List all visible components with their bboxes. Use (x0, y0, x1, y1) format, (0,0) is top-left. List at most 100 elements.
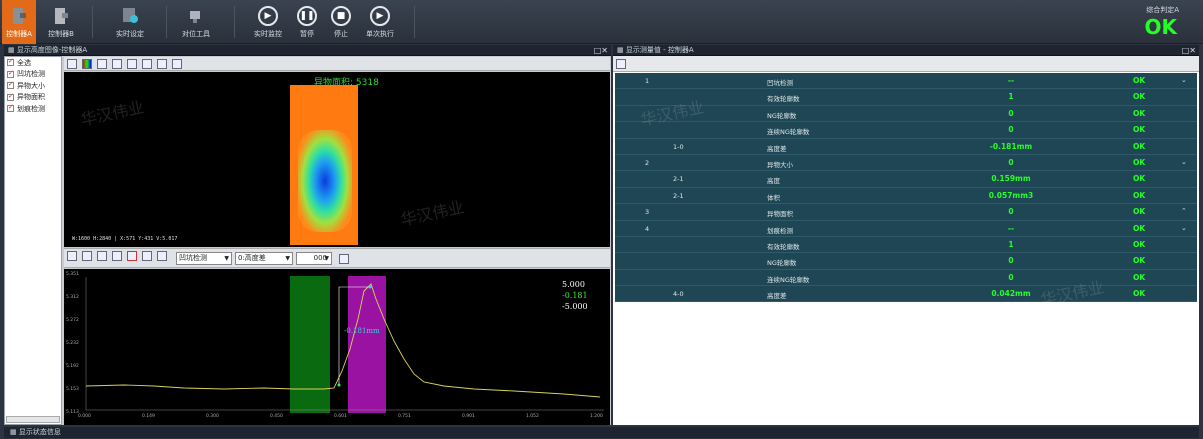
number-input[interactable]: 000 (296, 252, 332, 265)
table-row[interactable]: 2-1 体积 0.057mm3 OK (615, 187, 1197, 205)
table-row[interactable]: 连续NG轮廓数 0 OK (615, 122, 1197, 139)
table-row[interactable]: 连续NG轮廓数 0 OK (615, 269, 1197, 287)
checklist-item-scratch-detection[interactable]: 划痕检测 (5, 103, 61, 115)
y-tick-label: 5.312 (66, 295, 79, 300)
table-row[interactable]: 2 异物大小 0 OK ⌄ (615, 154, 1197, 172)
axis-icon[interactable] (97, 59, 107, 69)
table-row[interactable]: 有效轮廓数 1 OK (615, 236, 1197, 254)
row-result: OK (1133, 125, 1146, 135)
checkbox-icon[interactable] (7, 92, 14, 101)
controller-a-icon (13, 8, 26, 24)
row-value: 0.057mm3 (988, 190, 1034, 200)
row-value: 0.159mm (991, 174, 1031, 184)
color-palette-icon[interactable] (82, 59, 92, 69)
left-measure-region[interactable] (290, 276, 330, 413)
zoom-in-icon[interactable] (67, 251, 77, 261)
right-measure-region[interactable] (348, 276, 386, 413)
controller-a-button[interactable]: 控制器A (2, 0, 36, 44)
checklist-item-select-all[interactable]: 全选 (5, 57, 61, 69)
row-sub-id: 2-1 (673, 191, 684, 200)
controller-b-button[interactable]: 控制器B (44, 0, 78, 44)
graph-legend: 5.000 -0.181 -5.000 (562, 279, 588, 312)
table-row[interactable]: 4 划痕检测 -- OK ⌄ (615, 220, 1197, 237)
window-buttons[interactable]: □✕ (1182, 45, 1196, 56)
table-row[interactable]: 1-0 高度差 -0.181mm OK (615, 138, 1197, 155)
row-id: 2 (645, 158, 650, 167)
table-row[interactable]: 3 异物面积 0 OK ⌃ (615, 204, 1197, 221)
flask-icon[interactable] (112, 59, 122, 69)
y-tick-label: 5.113 (66, 410, 79, 415)
row-name: 体积 (767, 193, 780, 202)
row-name: 异物大小 (767, 160, 793, 169)
checklist-label: 划痕检测 (17, 104, 45, 113)
x-tick-label: 0.601 (334, 414, 347, 419)
table-row[interactable]: 4-0 高度差 0.042mm OK (615, 286, 1197, 303)
checklist-item-foreign-area[interactable]: 异物面积 (5, 92, 61, 104)
checkbox-icon[interactable] (7, 57, 14, 67)
gray-palette-icon[interactable] (67, 59, 77, 69)
row-name: 高度差 (767, 144, 787, 153)
window-buttons[interactable]: □✕ (594, 45, 608, 56)
chevron-down-icon[interactable]: ⌄ (1181, 158, 1187, 166)
checkbox-icon[interactable] (7, 103, 14, 113)
row-value: 0 (1008, 108, 1014, 118)
realtime-monitor-button[interactable]: ▶ 实时监控 (248, 0, 288, 44)
chevron-up-icon[interactable]: ⌃ (1181, 207, 1187, 215)
overall-verdict-label: 综合判定A (1146, 6, 1179, 14)
table-row[interactable]: 2-1 高度 0.159mm OK (615, 171, 1197, 188)
row-value: 0 (1008, 256, 1014, 266)
row-value: -- (1007, 223, 1015, 233)
layout-icon[interactable] (172, 59, 182, 69)
table-row[interactable]: NG轮廓数 0 OK (615, 253, 1197, 270)
alignment-tool-button[interactable]: 对位工具 (176, 0, 216, 44)
zoom-fit-icon[interactable] (97, 251, 107, 261)
row-value: -0.181mm (989, 141, 1033, 151)
table-icon[interactable] (616, 59, 626, 69)
detection-item-select[interactable]: 凹坑检测 (176, 252, 232, 265)
zoom-reset-icon[interactable] (112, 251, 122, 261)
chevron-down-icon[interactable]: ⌄ (1181, 76, 1187, 84)
chevron-down-icon[interactable]: ⌄ (1181, 224, 1187, 232)
checklist-item-pit-detection[interactable]: 凹坑检测 (5, 69, 61, 81)
height-image-view[interactable]: 异物面积: 5318 W:1600 H:2840 | X:571 Y:431 V… (64, 72, 610, 247)
table-row[interactable]: NG轮廓数 0 OK (615, 105, 1197, 123)
checklist-label: 全选 (17, 58, 31, 67)
table-row[interactable]: 有效轮廓数 1 OK (615, 89, 1197, 106)
y-tick-labels: 5.351 5.312 5.272 5.232 5.192 5.153 5.11… (66, 272, 86, 415)
close-icon[interactable] (142, 59, 152, 69)
save-icon[interactable] (127, 59, 137, 69)
y-tick-label: 5.192 (66, 364, 79, 369)
single-run-button[interactable]: ▶ 单次执行 (360, 0, 400, 44)
stop-button[interactable]: ■ 停止 (326, 0, 356, 44)
height-map (290, 85, 358, 245)
row-id: 1 (645, 77, 650, 85)
row-value: 0.042mm (991, 289, 1031, 299)
checkbox-icon[interactable] (7, 80, 14, 90)
grid-icon[interactable] (142, 251, 152, 261)
row-sub-id: 4-0 (673, 290, 684, 299)
row-name: NG轮廓数 (767, 259, 797, 268)
record-icon[interactable] (127, 251, 137, 261)
checklist-item-foreign-size[interactable]: 异物大小 (5, 80, 61, 92)
profile-graph[interactable]: -0.181mm 5.351 5.312 5.272 5.232 5.192 5… (64, 269, 610, 425)
realtime-settings-button[interactable]: 实时设定 (110, 0, 150, 44)
checkbox-icon[interactable] (7, 69, 14, 78)
zoom-out-icon[interactable] (82, 251, 92, 261)
row-name: 凹坑检测 (767, 79, 793, 87)
pause-icon: ❚❚ (297, 6, 317, 26)
table-row[interactable]: 1 凹坑检测 -- OK ⌄ (615, 73, 1197, 90)
export-icon[interactable] (157, 251, 167, 261)
main-toolbar: 控制器A 控制器B 实时设定 对位工具 ▶ 实时监控 ❚❚ 暂停 ■ 停止 ▶ … (0, 0, 1203, 44)
row-sub-id: 1-0 (673, 142, 684, 151)
row-name: 高度差 (767, 292, 787, 301)
pause-button[interactable]: ❚❚ 暂停 (292, 0, 322, 44)
legend-lower: -5.000 (562, 302, 588, 311)
horizontal-scrollbar[interactable] (6, 416, 60, 423)
measure-mode-select[interactable]: 0:高度差 (235, 252, 293, 265)
checklist-label: 凹坑检测 (17, 70, 45, 79)
toolbar-separator (166, 6, 167, 38)
fit-icon[interactable] (157, 59, 167, 69)
image-icon[interactable] (339, 254, 349, 264)
row-id: 3 (645, 208, 650, 217)
y-tick-label: 5.272 (66, 318, 79, 323)
